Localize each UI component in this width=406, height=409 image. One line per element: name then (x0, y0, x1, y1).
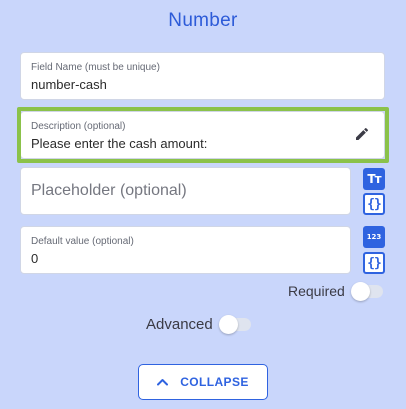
numeric-icon: 123 (366, 233, 382, 241)
curly-braces-icon: {} (367, 255, 382, 271)
advanced-row: Advanced (146, 315, 251, 334)
required-row: Required (288, 281, 383, 301)
advanced-label: Advanced (146, 316, 213, 333)
advanced-toggle[interactable] (218, 315, 251, 334)
required-toggle-knob (350, 281, 370, 301)
default-variable-button[interactable]: {} (363, 252, 385, 274)
field-name-input[interactable]: Field Name (must be unique) number-cash (20, 52, 385, 100)
text-format-button[interactable]: Tт (363, 168, 385, 190)
placeholder-input[interactable]: Placeholder (optional) (20, 167, 351, 215)
field-name-label: Field Name (must be unique) (31, 62, 160, 73)
page-title: Number (168, 10, 238, 31)
default-value-label: Default value (optional) (31, 236, 134, 247)
collapse-label: COLLAPSE (180, 375, 249, 389)
field-name-value: number-cash (31, 77, 107, 92)
variable-button[interactable]: {} (363, 193, 385, 215)
text-format-icon: Tт (367, 172, 381, 186)
required-label: Required (288, 283, 345, 299)
numeric-button[interactable]: 123 (363, 226, 385, 248)
default-value-input[interactable]: Default value (optional) 0 (20, 226, 351, 274)
description-highlight-outline (17, 107, 389, 163)
chevron-up-icon (157, 378, 169, 386)
default-value-value: 0 (31, 251, 39, 266)
required-toggle[interactable] (350, 281, 383, 301)
placeholder-text: Placeholder (optional) (31, 182, 187, 199)
advanced-toggle-knob (218, 315, 238, 334)
collapse-button[interactable]: COLLAPSE (138, 364, 268, 400)
curly-braces-icon: {} (367, 196, 382, 212)
